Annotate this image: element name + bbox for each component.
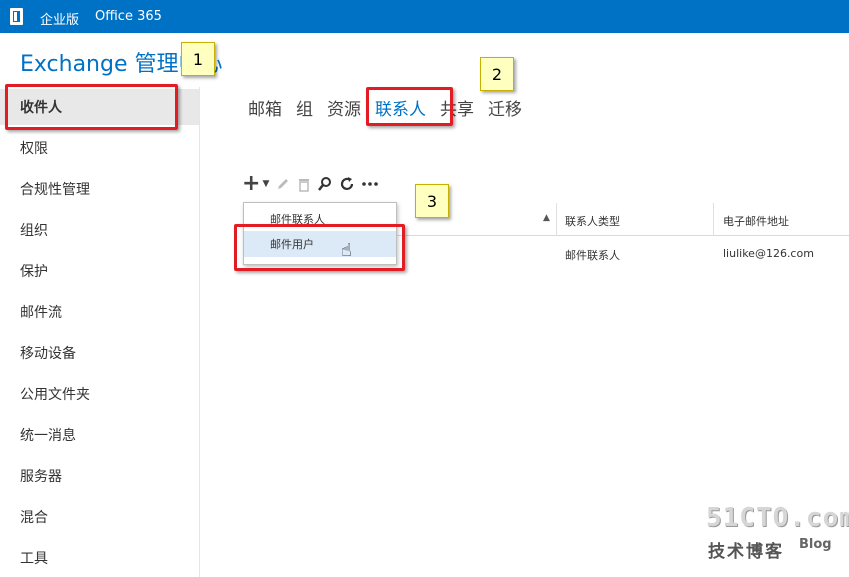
sidebar-item-compliance[interactable]: 合规性管理: [0, 171, 199, 207]
more-button[interactable]: [361, 174, 379, 194]
office365-link[interactable]: Office 365: [95, 9, 162, 24]
cell-email: liulike@126.com: [723, 247, 814, 260]
callout-3: 3: [415, 184, 449, 218]
callout-1: 1: [181, 42, 215, 76]
top-bar: 企业版 Office 365: [0, 0, 849, 33]
tab-mailboxes[interactable]: 邮箱: [248, 95, 282, 121]
refresh-icon: [341, 177, 354, 190]
sidebar-item-public-folders[interactable]: 公用文件夹: [0, 376, 199, 412]
sidebar-item-servers[interactable]: 服务器: [0, 458, 199, 494]
highlight-box-mail-user: [234, 224, 405, 271]
sort-ascending-icon[interactable]: ▲: [543, 213, 550, 223]
cell-contact-type: 邮件联系人: [565, 249, 620, 262]
toolbar: + ▼: [242, 171, 385, 196]
column-divider: [556, 203, 557, 236]
office-logo-icon[interactable]: [0, 0, 32, 33]
watermark-logo: 51CTO.com 技术博客 Blog: [706, 503, 849, 562]
sidebar-item-permissions[interactable]: 权限: [0, 130, 199, 166]
callout-2: 2: [480, 57, 514, 91]
highlight-box-contacts-tab: [366, 87, 453, 126]
column-divider: [713, 203, 714, 236]
column-header-contact-type[interactable]: 联系人类型: [565, 213, 620, 229]
edit-button[interactable]: [275, 174, 291, 194]
sidebar-item-protection[interactable]: 保护: [0, 253, 199, 289]
sidebar-item-mail-flow[interactable]: 邮件流: [0, 294, 199, 330]
tab-groups[interactable]: 组: [296, 95, 313, 121]
search-icon: [318, 177, 332, 191]
add-icon: +: [242, 171, 261, 196]
edit-icon: [278, 179, 289, 189]
tab-resources[interactable]: 资源: [327, 95, 361, 121]
highlight-box-recipients: [5, 84, 178, 130]
chevron-down-icon: ▼: [262, 179, 270, 189]
more-icon: [362, 182, 379, 186]
sidebar-item-tools[interactable]: 工具: [0, 540, 199, 576]
edition-link[interactable]: 企业版: [40, 9, 79, 28]
delete-button[interactable]: [297, 174, 311, 194]
tab-migration[interactable]: 迁移: [488, 95, 522, 121]
sidebar-item-hybrid[interactable]: 混合: [0, 499, 199, 535]
column-header-email[interactable]: 电子邮件地址: [723, 213, 789, 229]
sidebar: 收件人 权限 合规性管理 组织 保护 邮件流 移动设备 公用文件夹 统一消息 服…: [0, 87, 200, 577]
sidebar-item-mobile[interactable]: 移动设备: [0, 335, 199, 371]
refresh-button[interactable]: [339, 174, 355, 194]
add-button[interactable]: + ▼: [242, 171, 270, 196]
delete-icon: [299, 179, 310, 192]
sidebar-item-organization[interactable]: 组织: [0, 212, 199, 248]
sidebar-item-unified-messaging[interactable]: 统一消息: [0, 417, 199, 453]
search-button[interactable]: [317, 174, 333, 194]
